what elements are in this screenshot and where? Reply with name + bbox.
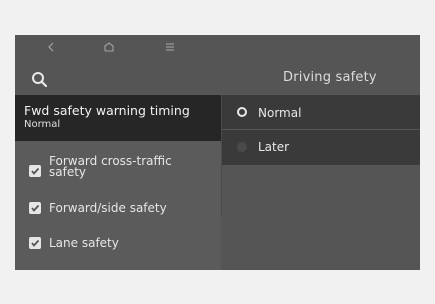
setting-title: Fwd safety warning timing: [24, 103, 190, 118]
radio-selected-icon[interactable]: [237, 107, 247, 117]
option-label: Later: [258, 140, 290, 154]
setting-value: Normal: [24, 119, 61, 130]
header: Driving safety: [15, 65, 420, 93]
option-label: Normal: [258, 106, 302, 120]
checkbox-item-forward-cross-traffic[interactable]: Forward cross-traffic safety: [15, 153, 221, 185]
search-icon[interactable]: [31, 71, 49, 89]
checkbox-label-cont: safety: [49, 165, 87, 179]
page-title: Driving safety: [283, 70, 377, 85]
home-icon[interactable]: [103, 41, 115, 57]
checkbox-label: Forward/side safety: [49, 201, 167, 215]
setting-fwd-safety-warning-timing[interactable]: Fwd safety warning timing Normal: [15, 95, 221, 141]
timing-options-panel: Normal Later: [222, 95, 420, 165]
option-later[interactable]: Later: [222, 130, 420, 164]
radio-unselected-icon[interactable]: [237, 142, 247, 152]
checkbox-item-lane-safety[interactable]: Lane safety: [15, 230, 221, 258]
checkbox-item-forward-side[interactable]: Forward/side safety: [15, 195, 221, 223]
checkbox-checked-icon[interactable]: [29, 202, 41, 214]
back-icon[interactable]: [46, 41, 56, 57]
settings-list: Fwd safety warning timing Normal Forward…: [15, 95, 221, 270]
checkbox-checked-icon[interactable]: [29, 165, 41, 177]
menu-icon[interactable]: [165, 41, 175, 57]
checkbox-checked-icon[interactable]: [29, 237, 41, 249]
option-divider: [222, 129, 420, 130]
option-normal[interactable]: Normal: [222, 96, 420, 130]
display-screen: Driving safety Fwd safety warning timing…: [15, 35, 420, 270]
top-nav-bar: [15, 35, 420, 63]
checkbox-label: Lane safety: [49, 236, 119, 250]
